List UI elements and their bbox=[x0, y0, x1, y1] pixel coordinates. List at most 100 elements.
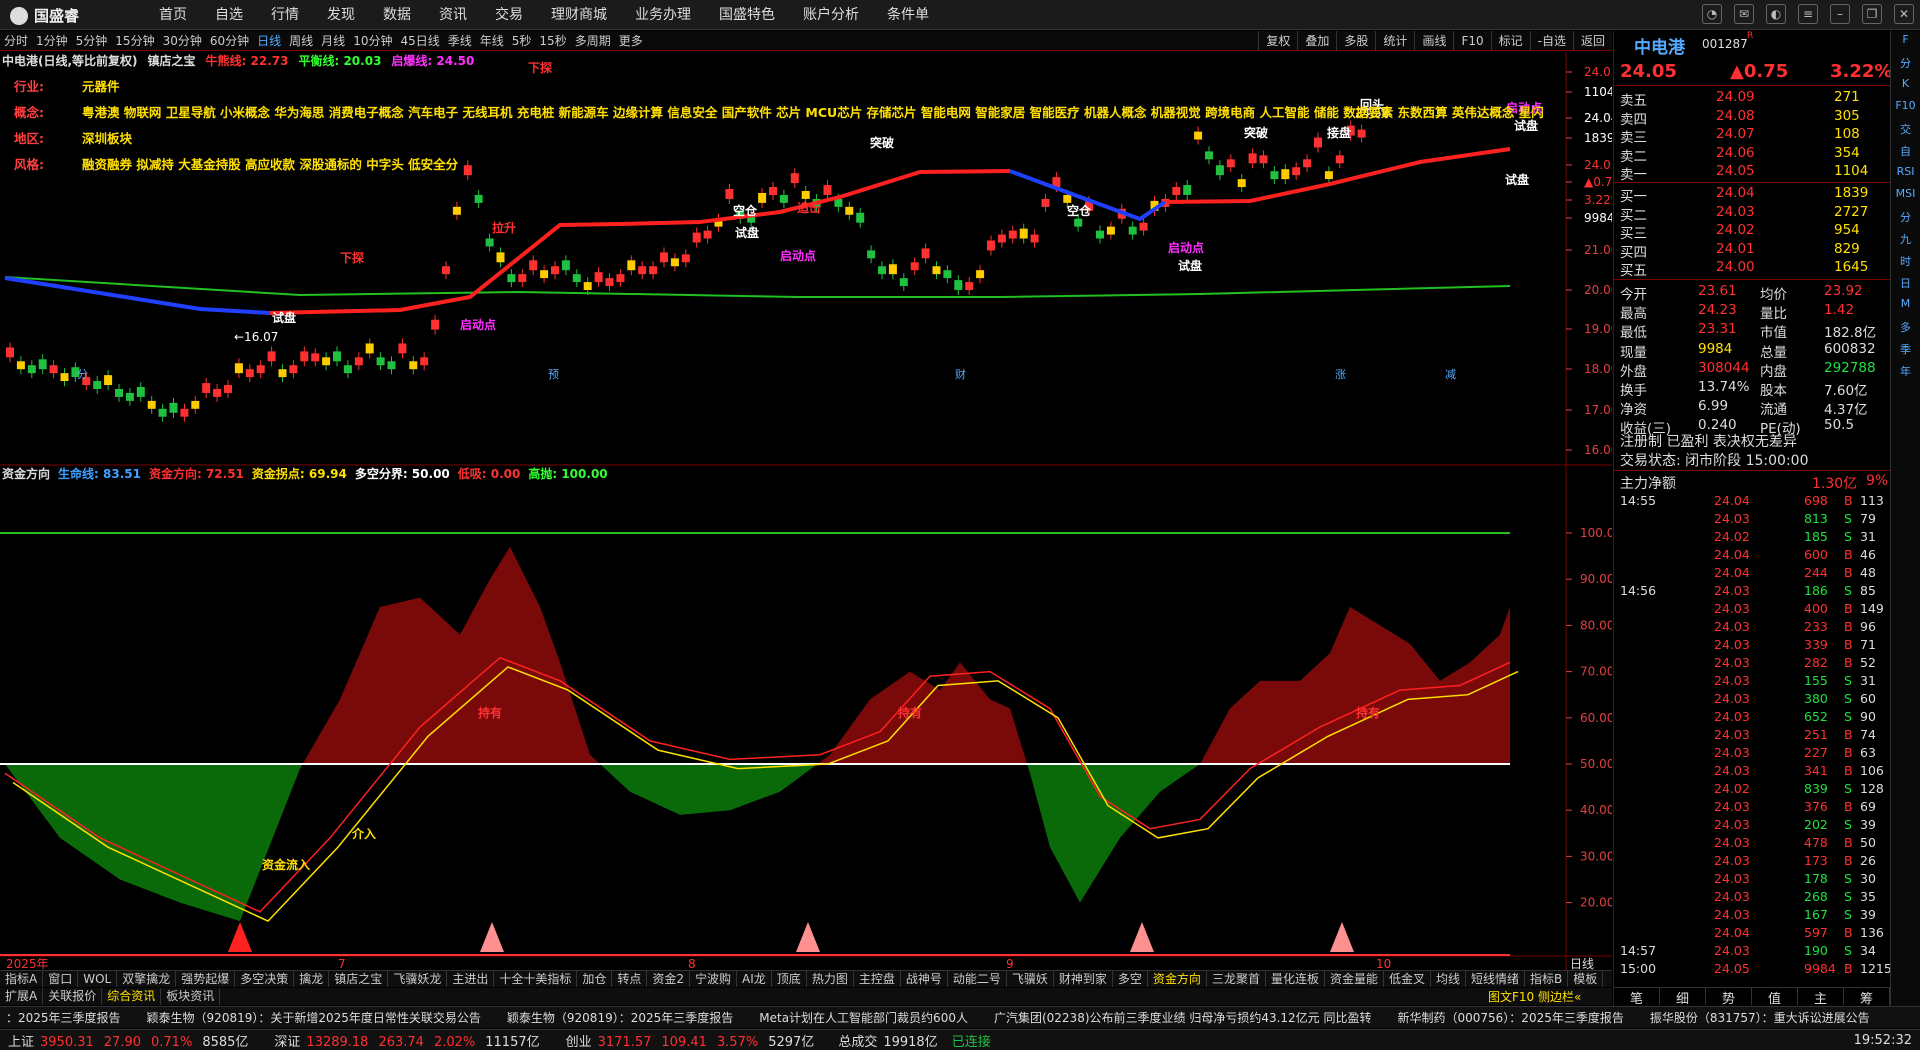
period-tab[interactable]: 周线 bbox=[285, 32, 317, 49]
side-tool-icon[interactable]: 季 bbox=[1891, 341, 1920, 361]
menu-item[interactable]: 业务办理 bbox=[621, 0, 705, 30]
indicator-tab[interactable]: 转点 bbox=[612, 971, 648, 987]
chart-tool-button[interactable]: 标记 bbox=[1490, 31, 1530, 51]
indicator-tab[interactable]: 顶底 bbox=[772, 971, 807, 987]
indicator-tab[interactable]: 多空 bbox=[1113, 971, 1148, 987]
chart-tool-button[interactable]: 叠加 bbox=[1297, 31, 1336, 51]
news-ticker[interactable]: ：2025年三季度报告 颖泰生物（920819）：关于新增2025年度日常性关联交… bbox=[0, 1006, 1920, 1028]
quote-bottom-tab[interactable]: 势 bbox=[1706, 987, 1752, 1007]
side-tool-icon[interactable]: 九 bbox=[1891, 231, 1920, 251]
close-icon[interactable]: ✕ bbox=[1894, 4, 1914, 24]
period-tab[interactable]: 分时 bbox=[0, 32, 32, 49]
side-tool-icon[interactable]: F bbox=[1891, 33, 1920, 53]
period-tab[interactable]: 日线 bbox=[253, 32, 285, 49]
indicator-tab[interactable]: 主进出 bbox=[447, 971, 495, 987]
indicator-tab[interactable]: 热力图 bbox=[807, 971, 854, 987]
indicator-tab[interactable]: 均线 bbox=[1431, 971, 1467, 987]
indicator-tab[interactable]: 加仓 bbox=[577, 971, 613, 987]
period-tab[interactable]: 多周期 bbox=[571, 32, 615, 49]
indicator-tab[interactable]: 三龙聚首 bbox=[1207, 971, 1266, 987]
period-tab[interactable]: 5分钟 bbox=[72, 32, 112, 49]
news-item[interactable]: Meta计划在人工智能部门裁员约600人 bbox=[759, 1009, 968, 1026]
event-marker[interactable]: 财 bbox=[955, 367, 966, 381]
indicator-tab[interactable]: 模板 bbox=[1568, 971, 1604, 987]
period-tab[interactable]: 1分钟 bbox=[32, 32, 72, 49]
side-tool-icon[interactable]: 分 bbox=[1891, 55, 1920, 75]
event-marker[interactable]: 预 bbox=[548, 368, 559, 381]
indicator-tab[interactable]: 宁波购 bbox=[690, 971, 738, 987]
kline-chart[interactable]: 24.05 1104 24.04 1839 24.05 ▲0.75 3.22% 9984 21.… bbox=[0, 52, 1612, 970]
event-marker[interactable]: 分 bbox=[77, 368, 88, 381]
chart-tool-button[interactable]: 统计 bbox=[1375, 31, 1414, 51]
chart-tool-button[interactable]: 复权 bbox=[1258, 31, 1297, 51]
info-tab[interactable]: 板块资讯 bbox=[161, 988, 221, 1005]
indicator-tab[interactable]: 飞骥妖龙 bbox=[388, 971, 448, 987]
period-tab[interactable]: 季线 bbox=[444, 32, 476, 49]
menu-item[interactable]: 自选 bbox=[201, 0, 257, 30]
indicator-tab[interactable]: 强势起爆 bbox=[176, 971, 236, 987]
indicator-tab[interactable]: 飞骥妖 bbox=[1007, 971, 1054, 987]
period-tab[interactable]: 45日线 bbox=[396, 32, 443, 49]
info-tab[interactable]: 综合资讯 bbox=[102, 988, 162, 1005]
indicator-tab[interactable]: AI龙 bbox=[737, 971, 772, 987]
indicator-tab[interactable]: 战神号 bbox=[901, 971, 948, 987]
index-quote[interactable]: 深证 13289.18 263.74 2.02% 11157亿 bbox=[266, 1031, 557, 1050]
menu-item[interactable]: 账户分析 bbox=[789, 0, 873, 30]
side-tool-icon[interactable]: MSI bbox=[1891, 187, 1920, 207]
indicator-tab[interactable]: 擒龙 bbox=[294, 971, 330, 987]
indicator-tab[interactable]: 资金2 bbox=[647, 971, 691, 987]
indicator-tab[interactable]: 资金量能 bbox=[1325, 971, 1384, 987]
news-item[interactable]: 颖泰生物（920819）：2025年三季度报告 bbox=[507, 1009, 733, 1026]
indicator-tab[interactable]: 动能二号 bbox=[948, 971, 1007, 987]
menu-item[interactable]: 数据 bbox=[369, 0, 425, 30]
indicator-name[interactable]: 资金方向 bbox=[2, 465, 50, 482]
indicator-tab[interactable]: WOL bbox=[78, 971, 118, 987]
menu-item[interactable]: 国盛特色 bbox=[705, 0, 789, 30]
indicator-tab[interactable]: 主控盘 bbox=[854, 971, 901, 987]
period-tab[interactable]: 30分钟 bbox=[159, 32, 206, 49]
period-tab[interactable]: 5秒 bbox=[508, 32, 536, 49]
menu-item[interactable]: 理财商城 bbox=[537, 0, 621, 30]
menu-item[interactable]: 资讯 bbox=[425, 0, 481, 30]
news-item[interactable]: ：2025年三季度报告 bbox=[6, 1009, 121, 1026]
side-tool-icon[interactable]: 交 bbox=[1891, 121, 1920, 141]
chart-tool-button[interactable]: 画线 bbox=[1414, 31, 1453, 51]
quote-bottom-tab[interactable]: 细 bbox=[1660, 987, 1706, 1007]
restore-icon[interactable]: ❐ bbox=[1862, 4, 1882, 24]
menu-item[interactable]: 首页 bbox=[145, 0, 201, 30]
menu-icon[interactable]: ≡ bbox=[1798, 4, 1818, 24]
side-tool-icon[interactable]: 多 bbox=[1891, 319, 1920, 339]
indicator-tab[interactable]: 十全十美指标 bbox=[494, 971, 578, 987]
news-item[interactable]: 振华股份（831757）：重大诉讼进展公告 bbox=[1650, 1009, 1870, 1026]
indicator-tab[interactable]: 双擎擒龙 bbox=[117, 971, 177, 987]
period-tab[interactable]: 15秒 bbox=[535, 32, 570, 49]
side-tool-icon[interactable]: 时 bbox=[1891, 253, 1920, 273]
indicator-tab[interactable]: 指标A bbox=[0, 971, 44, 987]
minimize-icon[interactable]: – bbox=[1830, 4, 1850, 24]
side-tool-icon[interactable]: M bbox=[1891, 297, 1920, 317]
indicator-tab[interactable]: 财神到家 bbox=[1054, 971, 1113, 987]
side-tool-icon[interactable]: K bbox=[1891, 77, 1920, 97]
event-marker[interactable]: 涨 bbox=[1335, 368, 1346, 381]
info-tab[interactable]: 扩展A bbox=[0, 988, 44, 1005]
indicator-tab[interactable]: 低金叉 bbox=[1384, 971, 1431, 987]
indicator-tab[interactable]: 窗口 bbox=[43, 971, 79, 987]
mail-icon[interactable]: ✉ bbox=[1734, 4, 1754, 24]
chart-tool-button[interactable]: -自选 bbox=[1529, 31, 1573, 51]
side-tool-icon[interactable]: F10 bbox=[1891, 99, 1920, 119]
period-tab[interactable]: 月线 bbox=[317, 32, 349, 49]
chart-tool-button[interactable]: 多股 bbox=[1336, 31, 1375, 51]
news-item[interactable]: 颖泰生物（920819）：关于新增2025年度日常性关联交易公告 bbox=[147, 1009, 481, 1026]
kline-indicator-name[interactable]: 镇店之宝 bbox=[148, 52, 196, 69]
message-icon[interactable]: ◔ bbox=[1702, 4, 1722, 24]
indicator-tab[interactable]: 资金方向 bbox=[1148, 971, 1207, 987]
period-tab[interactable]: 15分钟 bbox=[111, 32, 158, 49]
indicator-tab[interactable]: 指标B bbox=[1525, 971, 1569, 987]
side-tool-icon[interactable]: 年 bbox=[1891, 363, 1920, 383]
f10-sidebar-toggle[interactable]: 图文F10 侧边栏« bbox=[1488, 988, 1581, 1005]
index-quote[interactable]: 上证 3950.31 27.90 0.71% 8585亿 bbox=[0, 1031, 266, 1050]
news-item[interactable]: 新华制药（000756）：2025年三季度报告 bbox=[1398, 1009, 1624, 1026]
menu-item[interactable]: 发现 bbox=[313, 0, 369, 30]
news-item[interactable]: 广汽集团(02238)公布前三季度业绩 归母净亏损约43.12亿元 同比盈转 bbox=[994, 1009, 1372, 1026]
chart-tool-button[interactable]: 返回 bbox=[1572, 31, 1612, 51]
